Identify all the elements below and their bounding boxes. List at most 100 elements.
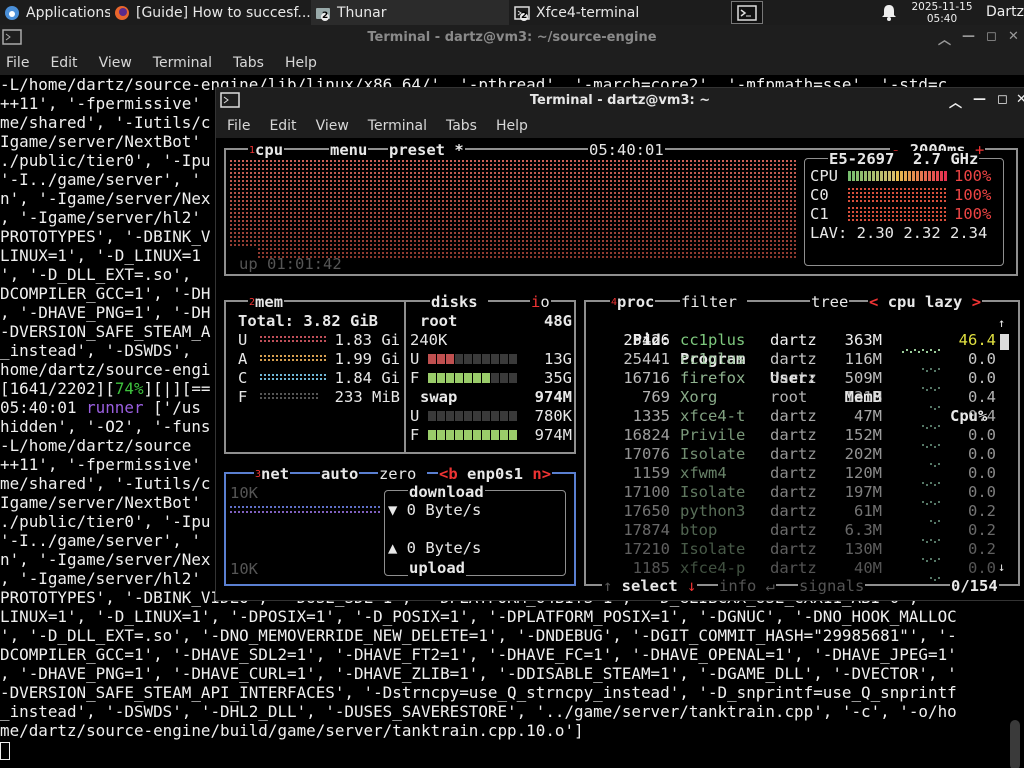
menu-tabs[interactable]: Tabs [233,55,264,71]
front-terminal-window: Terminal - dartz@vm3: ~ ︿ — ◻ ✕ File Edi… [216,88,1024,600]
process-user: dartz [770,369,817,387]
menu-edit[interactable]: Edit [50,55,77,71]
minimize-icon[interactable]: ︿ [938,29,951,48]
minimize-icon[interactable]: ︿ [949,92,962,111]
process-pid: 17650 [623,502,670,520]
notification-bell-icon[interactable] [880,3,898,21]
net-zero[interactable]: zzero [378,465,427,483]
disks-label[interactable]: ddisks [430,293,489,311]
maximize-icon[interactable]: ◻ [997,92,1008,107]
terminal-line: -DVERSION_SAFE_STEAM_API_INTERFACES', '-… [0,683,957,702]
process-cpu: 0.0 [968,426,996,444]
process-cpu: 0.4 [968,407,996,425]
clock-date: 2025-11-15 [911,1,973,13]
proc-tree[interactable]: tree [810,294,850,311]
process-pid: 16824 [623,426,670,444]
taskbar-item-terminal[interactable]: 2 Xfce4-terminal [510,0,710,25]
menu-edit[interactable]: Edit [269,118,296,134]
terminal-line: DCOMPILER_GCC=1', '-DHAVE_SDL2=1', '-DHA… [0,645,957,664]
process-cpu: 46.4 [958,331,996,349]
cpu-meters [848,171,947,221]
maximize-icon[interactable]: ◻ [986,29,997,44]
net-scale-top: 10K [230,484,258,502]
process-mem: 116M [844,350,882,368]
select-label[interactable]: select [622,577,678,595]
panel-clock[interactable]: 2025-11-15 05:40 [906,0,978,25]
preset-label[interactable]: preset * [388,142,465,159]
net-scale-bottom: 10K [230,560,258,578]
disk-root-used: 13G [544,350,572,368]
window-title: Terminal - dartz@vm3: ~/source-engine [367,30,657,45]
info-label[interactable]: info ↵ [718,578,776,595]
taskbar-item-label: Thunar [337,4,387,21]
menu-help[interactable]: Help [285,55,317,71]
taskbar-item-firefox[interactable]: [Guide] How to succesf... [110,0,310,25]
menu-terminal[interactable]: Terminal [368,118,427,134]
taskbar-item-thunar[interactable]: 2 Thunar [311,0,509,25]
net-iface[interactable]: <b enp0s1 n> [438,466,553,483]
upload-rate: ▲ 0 Byte/s [388,539,482,557]
process-cpu-graph [896,397,940,410]
menu-view[interactable]: View [99,55,132,71]
download-rate: ▼ 0 Byte/s [388,501,482,519]
process-mem: 152M [844,426,882,444]
proc-sort[interactable]: < cpu lazy > [868,294,983,311]
shade-icon[interactable]: — [962,29,975,44]
process-program: xfce4-p [680,559,746,577]
uptime: up 01:01:42 [239,255,342,273]
process-cpu-graph [896,530,940,543]
terminal-line: , '-DHAVE_PNG=1', '-DHAVE_CURL=1', '-DHA… [0,664,957,683]
cpu-label[interactable]: cpu [255,141,283,159]
mem-used-label: U [238,331,248,349]
applications-label: Applications [26,4,110,21]
menu-tabs[interactable]: Tabs [446,118,477,134]
process-cpu-graph [896,511,940,524]
mem-cached-value: 1.84 Gi [334,369,400,387]
back-terminal-titlebar[interactable]: Terminal - dartz@vm3: ~/source-engine ︿ … [0,25,1024,50]
front-terminal-titlebar[interactable]: Terminal - dartz@vm3: ~ ︿ — ◻ ✕ [216,88,1024,113]
firefox-icon [114,5,130,21]
process-program: Isolate [680,483,746,501]
process-program: Isolate [680,540,746,558]
process-mem: 47M [854,407,882,425]
top-panel: Applications ☰ [Guide] How to succesf...… [0,0,1024,25]
menu-label[interactable]: menu [329,142,369,159]
applications-menu-button[interactable]: Applications ☰ [0,0,110,25]
process-cpu: 0.2 [968,521,996,539]
process-mem: 197M [844,483,882,501]
scroll-down-icon[interactable]: ↓ [998,560,1005,574]
io-label[interactable]: io [530,294,551,311]
menu-file[interactable]: File [227,118,250,134]
shade-icon[interactable]: — [973,92,986,107]
cpu-model: E5-2697 2.7 GHz [828,150,980,168]
disk-root-free: 35G [544,369,572,387]
proc-scrollbar-thumb[interactable] [1000,334,1009,350]
proc-filter[interactable]: ffilter [680,293,748,311]
btop-display[interactable]: 1cpu menu preset * 05:40:01 - 2000ms + u… [216,138,1024,600]
user-menu[interactable]: Dartz [986,0,1024,25]
net-auto[interactable]: auto [320,466,360,483]
signals-label[interactable]: signals [798,578,866,595]
menu-file[interactable]: File [6,55,29,71]
close-icon[interactable]: ✕ [1016,92,1024,107]
front-terminal-menubar: File Edit View Terminal Tabs Help [216,113,1024,138]
workspace-switcher-button[interactable] [731,1,763,24]
process-user: dartz [770,426,817,444]
menu-view[interactable]: View [316,118,349,134]
process-program: python3 [680,502,746,520]
menu-terminal[interactable]: Terminal [153,55,212,71]
process-mem: 131M [844,388,882,406]
window-count-badge: 2 [322,10,329,21]
taskbar-item-label: [Guide] How to succesf... [136,4,310,21]
close-icon[interactable]: ✕ [1008,29,1019,44]
process-cpu: 0.0 [968,445,996,463]
scrollbar-thumb[interactable] [1010,720,1020,768]
scroll-up-icon[interactable]: ↑ [998,316,1005,330]
menu-help[interactable]: Help [496,118,528,134]
process-mem: 130M [844,540,882,558]
terminal-line: _instead', '-DSWDS', '-DHL2_DLL', '-DUSE… [0,702,957,721]
upload-label: upload [408,559,466,577]
terminal-line: me/dartz/source-engine/build/game/server… [0,721,584,740]
process-cpu-graph [896,378,940,391]
mem-total: Total: 3.82 GiB [238,312,378,330]
